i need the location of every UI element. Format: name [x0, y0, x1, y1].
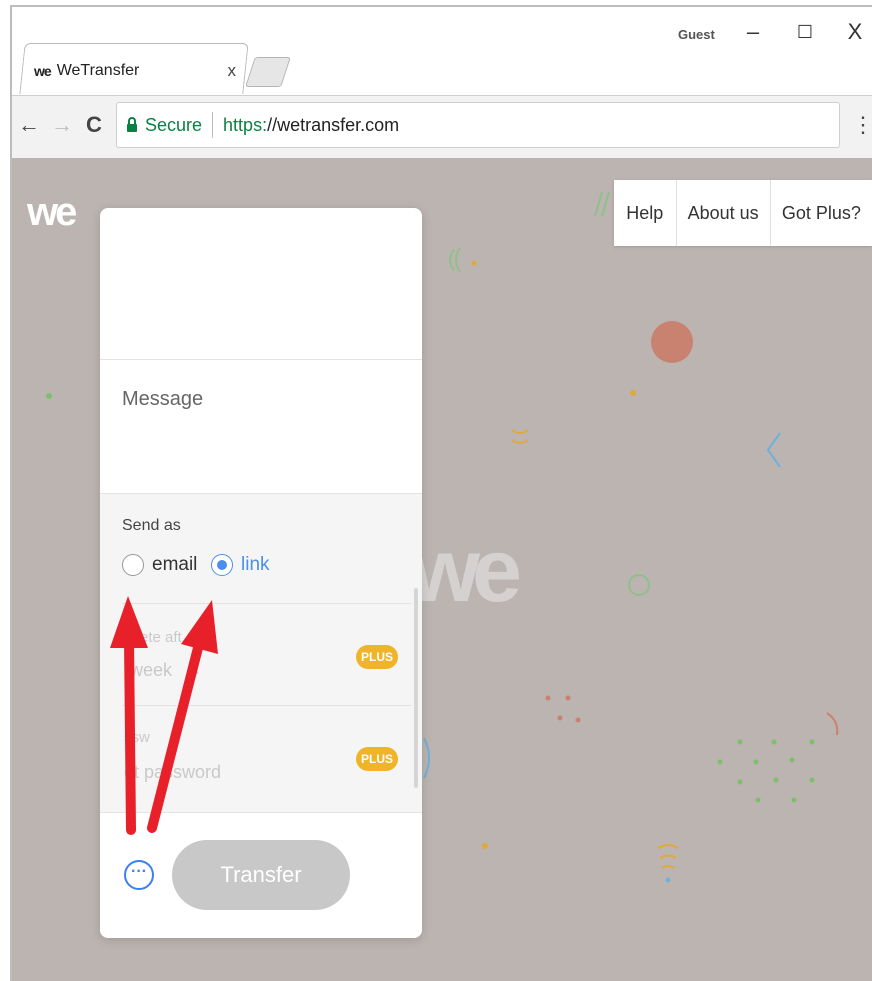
annotation-arrows [110, 596, 218, 835]
annotation-arrow-email [124, 635, 136, 835]
annotation-arrow-link [147, 635, 205, 833]
annotation-arrowhead-email [110, 596, 148, 648]
annotation-arrowhead-link [181, 600, 218, 654]
